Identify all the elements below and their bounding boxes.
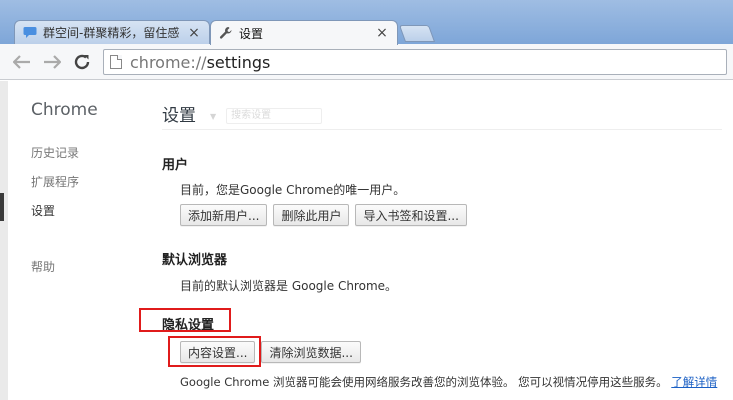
- import-bookmarks-button[interactable]: 导入书签和设置...: [355, 204, 467, 226]
- close-icon[interactable]: ×: [187, 25, 201, 41]
- sidebar-brand: Chrome: [31, 100, 98, 120]
- close-icon[interactable]: ×: [375, 25, 389, 41]
- section-title-users: 用户: [162, 158, 189, 173]
- new-tab-button[interactable]: [398, 25, 436, 42]
- clear-browsing-data-button[interactable]: 清除浏览数据...: [261, 341, 361, 363]
- settings-page: Chrome 历史记录 扩展程序 设置 帮助 设置 ▼ 搜索设置 用户 目前，您…: [0, 81, 733, 400]
- search-area: ▼ 搜索设置: [210, 108, 323, 124]
- arrow-right-icon: [44, 55, 61, 69]
- page-icon: [110, 55, 122, 69]
- address-bar[interactable]: chrome://settings: [103, 49, 727, 75]
- users-description: 目前，您是Google Chrome的唯一用户。: [180, 183, 406, 197]
- content-settings-highlight: [168, 336, 261, 367]
- search-settings-input[interactable]: 搜索设置: [226, 108, 323, 124]
- learn-more-link[interactable]: 了解详情: [671, 375, 717, 389]
- default-browser-description: 目前的默认浏览器是 Google Chrome。: [180, 279, 398, 293]
- settings-main: 设置 ▼ 搜索设置 用户 目前，您是Google Chrome的唯一用户。 添加…: [139, 81, 733, 400]
- chat-bubble-icon: [23, 26, 37, 40]
- add-user-button[interactable]: 添加新用户...: [180, 204, 268, 226]
- privacy-title-highlight: [139, 308, 231, 332]
- sidebar-item-settings[interactable]: 设置: [31, 202, 55, 219]
- sidebar-item-history[interactable]: 历史记录: [31, 144, 79, 161]
- sidebar-item-extensions[interactable]: 扩展程序: [31, 173, 79, 190]
- reload-icon: [74, 54, 90, 70]
- wrench-icon: [219, 26, 233, 40]
- users-buttons: 添加新用户... 删除此用户 导入书签和设置...: [180, 204, 467, 226]
- url-text: chrome://settings: [130, 52, 271, 72]
- sidebar: Chrome 历史记录 扩展程序 设置 帮助: [0, 81, 142, 400]
- tab-qun-space[interactable]: 群空间-群聚精彩，留住感 ×: [14, 20, 210, 44]
- arrow-left-icon: [13, 55, 30, 69]
- tab-settings[interactable]: 设置 ×: [210, 20, 398, 45]
- tab-strip: 群空间-群聚精彩，留住感 × 设置 ×: [0, 0, 733, 45]
- back-button[interactable]: [12, 52, 32, 72]
- selected-marker: [0, 193, 4, 221]
- title-divider: [162, 129, 722, 130]
- delete-user-button[interactable]: 删除此用户: [273, 204, 350, 226]
- tab-title: 群空间-群聚精彩，留住感: [43, 26, 180, 40]
- sidebar-item-help[interactable]: 帮助: [31, 258, 55, 275]
- page-title: 设置: [162, 106, 196, 126]
- forward-button[interactable]: [42, 52, 62, 72]
- section-title-default-browser: 默认浏览器: [162, 253, 228, 268]
- privacy-description: Google Chrome 浏览器可能会使用网络服务改善您的浏览体验。 您可以视…: [180, 375, 718, 389]
- toolbar: chrome://settings: [0, 44, 733, 80]
- reload-button[interactable]: [72, 52, 92, 72]
- tab-title: 设置: [239, 26, 264, 41]
- caret-down-icon: ▼: [210, 111, 217, 121]
